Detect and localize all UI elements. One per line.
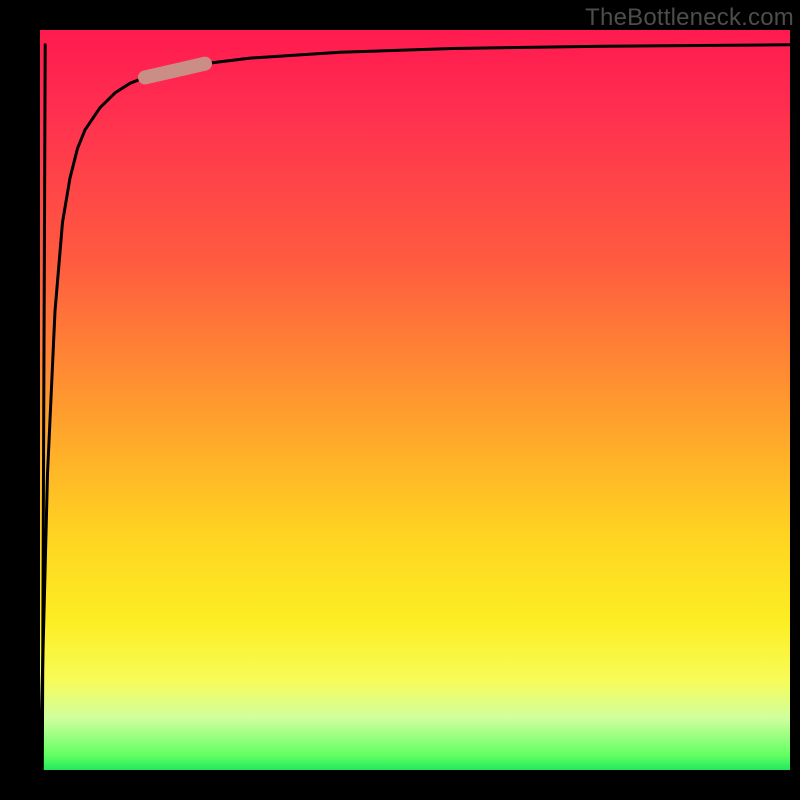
y-axis — [36, 30, 40, 774]
watermark-label: TheBottleneck.com — [585, 4, 794, 32]
plot-gradient-background — [40, 30, 790, 770]
chart-stage: TheBottleneck.com — [0, 0, 800, 800]
x-axis — [36, 770, 790, 774]
